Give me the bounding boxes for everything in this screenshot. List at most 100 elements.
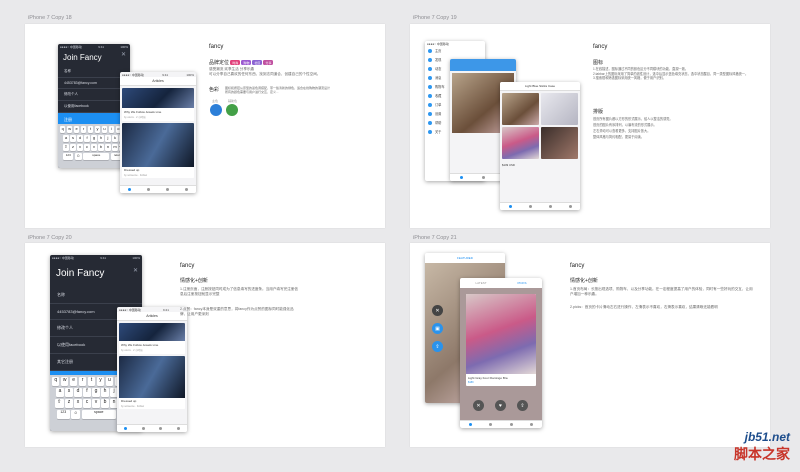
key-k[interactable]: k <box>112 135 118 142</box>
profile-tab-icon[interactable] <box>176 427 180 430</box>
shift-key[interactable]: ⇧ <box>54 399 64 408</box>
close-icon[interactable]: ✕ <box>121 51 126 58</box>
fancy-like-icon[interactable]: ♥ <box>495 400 506 411</box>
cart-round-icon[interactable]: ▣ <box>432 323 443 334</box>
cart-tab-icon[interactable] <box>509 423 513 426</box>
product-tile[interactable] <box>541 93 578 125</box>
key-q[interactable]: q <box>51 377 60 386</box>
key-e[interactable]: e <box>73 126 80 133</box>
emoji-key[interactable]: ☺ <box>74 153 82 160</box>
article-card[interactable]: Why We Follow Jewels Line by ooxxx · 2 小… <box>119 323 185 354</box>
space-key[interactable]: space <box>81 410 116 419</box>
discover-tab-icon[interactable] <box>489 423 493 426</box>
key-v[interactable]: v <box>92 399 100 408</box>
key-i[interactable]: i <box>108 126 115 133</box>
key-b[interactable]: b <box>101 399 109 408</box>
close-icon[interactable]: ✕ <box>133 267 138 274</box>
articles-screen: ●●●●○ 中国移动 9:41 100% Articles Why We Follo… <box>120 72 196 193</box>
space-key[interactable]: space <box>83 153 110 160</box>
tab-featured[interactable]: FEATURED <box>457 256 473 260</box>
message-tab-icon[interactable] <box>166 188 169 191</box>
key-t[interactable]: t <box>87 377 96 386</box>
discover-tab-icon[interactable] <box>481 176 485 179</box>
key-j[interactable]: j <box>105 135 111 142</box>
key-w[interactable]: w <box>66 126 73 133</box>
shift-key[interactable]: ⇧ <box>62 144 69 151</box>
key-z[interactable]: z <box>65 399 73 408</box>
key-n[interactable]: n <box>105 144 111 151</box>
home-tab-icon[interactable] <box>508 205 512 208</box>
key-t[interactable]: t <box>87 126 94 133</box>
name-field[interactable]: 名称 <box>50 287 142 304</box>
key-r[interactable]: r <box>78 377 87 386</box>
key-u[interactable]: u <box>105 377 114 386</box>
numbers-key[interactable]: 123 <box>56 410 70 419</box>
dislike-icon[interactable]: ✕ <box>473 400 484 411</box>
tab-latest[interactable]: LATEST <box>475 281 486 285</box>
key-v[interactable]: v <box>91 144 97 151</box>
profile-tab-icon[interactable] <box>530 423 534 426</box>
home-tab-icon[interactable] <box>124 427 128 430</box>
section-title: 情感化+创新 <box>570 278 598 284</box>
message-tab-icon[interactable] <box>159 427 163 430</box>
cart-tab-icon[interactable] <box>548 205 552 208</box>
key-h[interactable]: h <box>98 135 104 142</box>
product-tile[interactable] <box>541 127 578 159</box>
tab-picks[interactable]: PICKS <box>518 281 527 285</box>
article-card[interactable]: Why We Follow Jewels Line by ooxxx · 2 小… <box>122 88 194 121</box>
key-y[interactable]: y <box>94 126 101 133</box>
article-title: Why We Follow Jewels Line <box>121 342 159 347</box>
key-w[interactable]: w <box>60 377 69 386</box>
discover-tab-icon[interactable] <box>141 427 145 430</box>
close-round-icon[interactable]: ✕ <box>432 305 443 316</box>
share-round-icon[interactable]: ⇧ <box>432 341 443 352</box>
numbers-key[interactable]: 123 <box>63 153 74 160</box>
key-f[interactable]: f <box>84 135 90 142</box>
discover-tab-icon[interactable] <box>528 205 532 208</box>
menu-item[interactable]: 主页 <box>425 46 485 55</box>
key-x[interactable]: x <box>77 144 83 151</box>
key-s[interactable]: s <box>70 135 76 142</box>
key-y[interactable]: y <box>96 377 105 386</box>
key-e[interactable]: e <box>69 377 78 386</box>
key-r[interactable]: r <box>80 126 87 133</box>
section-heading: fancy <box>209 44 224 50</box>
article-card[interactable]: Dressed up by someone · Follow <box>119 355 185 409</box>
home-tab-icon[interactable] <box>128 188 131 191</box>
profile-tab-icon[interactable] <box>568 205 572 208</box>
profile-tab-icon[interactable] <box>185 188 188 191</box>
key-z[interactable]: z <box>70 144 76 151</box>
key-f[interactable]: f <box>83 388 91 397</box>
key-g[interactable]: g <box>91 135 97 142</box>
tag-badge: 购物 <box>241 60 252 66</box>
key-g[interactable]: g <box>92 388 100 397</box>
discover-tab-icon[interactable] <box>147 188 150 191</box>
key-s[interactable]: s <box>65 388 73 397</box>
home-tab-icon[interactable] <box>459 176 463 179</box>
section-text-2: 2.picks：首页的卡片滑动左右进行操作，左滑表示不喜欢，右滑表示喜欢，结果清… <box>570 305 718 309</box>
key-d[interactable]: d <box>77 135 83 142</box>
key-a[interactable]: a <box>56 388 64 397</box>
home-tab-icon[interactable] <box>468 423 472 426</box>
join-fancy-title: Join Fancy <box>63 53 102 62</box>
key-b[interactable]: b <box>98 144 104 151</box>
product-tile[interactable] <box>502 93 539 125</box>
grid-header: Light Blue Sticks Case <box>500 82 580 91</box>
key-q[interactable]: q <box>59 126 66 133</box>
product-tile[interactable] <box>502 127 539 159</box>
key-u[interactable]: u <box>101 126 108 133</box>
share-icon[interactable]: ⇧ <box>517 400 528 411</box>
key-d[interactable]: d <box>74 388 82 397</box>
message-icon <box>428 75 432 80</box>
key-m[interactable]: m <box>112 144 118 151</box>
article-card[interactable]: Dressed up by someone · Follow <box>122 122 194 178</box>
key-a[interactable]: a <box>63 135 69 142</box>
emoji-key[interactable]: ☺ <box>71 410 81 419</box>
pick-card[interactable]: Light Gray Four Flamingo Bra $189 <box>466 294 536 386</box>
discover-icon <box>428 57 432 62</box>
key-c[interactable]: c <box>83 399 91 408</box>
key-h[interactable]: h <box>101 388 109 397</box>
key-c[interactable]: c <box>84 144 90 151</box>
product-title: Light Gray Four Flamingo Bra <box>468 375 508 380</box>
key-x[interactable]: x <box>74 399 82 408</box>
